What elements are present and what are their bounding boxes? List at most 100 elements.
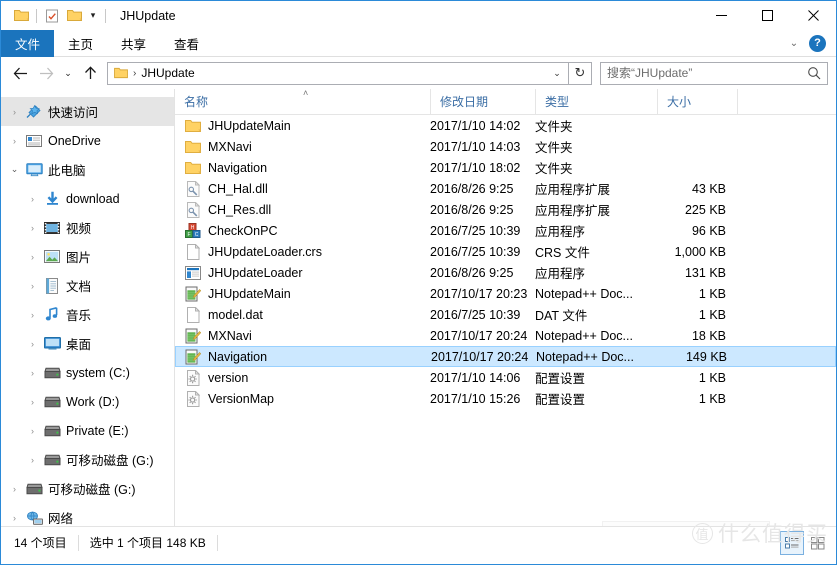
table-row[interactable]: Navigation 2017/10/17 20:24 Notepad++ Doc.… [175, 346, 836, 367]
sidebar-item-12[interactable]: › 可移动磁盘 (G:) [1, 445, 174, 474]
maximize-button[interactable] [744, 1, 790, 30]
sidebar-item-10[interactable]: › Work (D:) [1, 387, 174, 416]
cell-size: 1 KB [698, 286, 726, 301]
breadcrumb-separator: › [133, 67, 137, 79]
chevron-right-icon[interactable]: › [24, 252, 41, 262]
tab-home[interactable]: 主页 [54, 30, 107, 57]
breadcrumb-current[interactable]: JHUpdate [141, 66, 194, 80]
large-icons-view-button[interactable] [806, 531, 830, 555]
address-dropdown-icon[interactable]: ⌄ [548, 63, 566, 84]
table-row[interactable]: JHUpdateLoader 2016/8/26 9:25 应用程序 131 KB [175, 262, 836, 283]
chevron-right-icon[interactable]: › [6, 484, 23, 494]
cell-name[interactable]: version [175, 369, 430, 387]
notepadpp-icon [182, 327, 203, 345]
chevron-right-icon[interactable]: › [24, 194, 41, 204]
cell-name[interactable]: VersionMap [175, 390, 430, 408]
sidebar-item-1[interactable]: › OneDrive [1, 126, 174, 155]
help-icon[interactable]: ? [809, 35, 826, 52]
chevron-right-icon[interactable]: › [24, 339, 41, 349]
chevron-right-icon[interactable]: › [6, 513, 23, 523]
up-button[interactable] [77, 60, 103, 86]
chevron-right-icon[interactable]: › [24, 281, 41, 291]
sidebar-item-label: Private (E:) [66, 423, 129, 438]
cell-name[interactable]: Navigation [175, 159, 430, 177]
sidebar-item-14[interactable]: › 网络 [1, 503, 174, 526]
refresh-button[interactable]: ↻ [569, 61, 592, 85]
table-row[interactable]: MXNavi 2017/1/10 14:03 文件夹 [175, 136, 836, 157]
cell-name[interactable]: JHUpdateMain [175, 117, 430, 135]
chevron-right-icon[interactable]: › [24, 455, 41, 465]
table-row[interactable]: JHUpdateLoader.crs 2016/7/25 10:39 CRS 文件 1… [175, 241, 836, 262]
search-icon[interactable] [805, 66, 823, 80]
table-row[interactable]: JHUpdateMain 2017/1/10 14:02 文件夹 [175, 115, 836, 136]
tab-view[interactable]: 查看 [160, 30, 213, 57]
chevron-right-icon[interactable]: › [24, 368, 41, 378]
new-folder-icon[interactable] [63, 5, 85, 27]
cell-name[interactable]: JHUpdateLoader.crs [175, 243, 430, 261]
back-button[interactable] [7, 60, 33, 86]
table-row[interactable]: VersionMap 2017/1/10 15:26 配置设置 1 KB [175, 388, 836, 409]
chevron-right-icon[interactable]: › [6, 107, 23, 117]
table-row[interactable]: MXNavi 2017/10/17 20:24 Notepad++ Doc... 18… [175, 325, 836, 346]
table-row[interactable]: model.dat 2016/7/25 10:39 DAT 文件 1 KB [175, 304, 836, 325]
column-header-size[interactable]: 大小 [657, 89, 737, 114]
chevron-down-icon[interactable]: ⌄ [6, 164, 23, 175]
cell-name[interactable]: CH_Hal.dll [175, 180, 430, 198]
chevron-right-icon[interactable]: › [6, 136, 23, 146]
sidebar-item-8[interactable]: › 桌面 [1, 329, 174, 358]
sidebar-item-2[interactable]: ⌄ 此电脑 [1, 155, 174, 184]
cell-name[interactable]: H F C CheckOnPC [175, 222, 430, 240]
cell-name[interactable]: CH_Res.dll [175, 201, 430, 219]
cell-name[interactable]: JHUpdateLoader [175, 264, 430, 282]
chevron-right-icon[interactable]: › [24, 223, 41, 233]
sidebar-item-4[interactable]: › 视频 [1, 213, 174, 242]
address-bar[interactable]: › JHUpdate ⌄ [107, 61, 569, 85]
details-view-button[interactable] [780, 531, 804, 555]
properties-icon[interactable] [41, 5, 63, 27]
navigation-pane[interactable]: › 快速访问 › OneDrive ⌄ 此电脑 › download › 视频 › 图片 › 文档 › 音乐 ›… [1, 89, 175, 526]
cell-name[interactable]: model.dat [175, 306, 430, 324]
file-list-pane[interactable]: 名称 ˄ 修改日期 类型 大小 JHUpdateMain 2017/1/10 14… [175, 89, 836, 526]
expand-ribbon-icon[interactable]: ⌄ [785, 34, 803, 54]
forward-button[interactable] [33, 60, 59, 86]
sidebar-item-11[interactable]: › Private (E:) [1, 416, 174, 445]
cell-name[interactable]: JHUpdateMain [175, 285, 430, 303]
sidebar-item-6[interactable]: › 文档 [1, 271, 174, 300]
sidebar-item-13[interactable]: › 可移动磁盘 (G:) [1, 474, 174, 503]
file-rows[interactable]: JHUpdateMain 2017/1/10 14:02 文件夹 MXNavi 2017… [175, 115, 836, 409]
search-box[interactable] [600, 61, 828, 85]
tab-file[interactable]: 文件 [1, 30, 55, 57]
cell-name[interactable]: MXNavi [175, 327, 430, 345]
folder-icon[interactable] [10, 5, 32, 27]
sidebar-item-7[interactable]: › 音乐 [1, 300, 174, 329]
tab-share[interactable]: 共享 [107, 30, 160, 57]
column-header-name[interactable]: 名称 ˄ [175, 89, 430, 114]
chevron-right-icon[interactable]: › [24, 426, 41, 436]
cell-name[interactable]: Navigation [176, 348, 431, 366]
table-row[interactable]: version 2017/1/10 14:06 配置设置 1 KB [175, 367, 836, 388]
sidebar-item-0[interactable]: › 快速访问 [1, 97, 174, 126]
sidebar-item-5[interactable]: › 图片 [1, 242, 174, 271]
music-icon [41, 306, 63, 324]
recent-locations-icon[interactable]: ⌄ [59, 60, 77, 86]
table-row[interactable]: H F C CheckOnPC 2016/7/25 10:39 应用程序 96 KB [175, 220, 836, 241]
close-button[interactable] [790, 1, 836, 30]
column-header-type[interactable]: 类型 [535, 89, 657, 114]
sidebar-item-3[interactable]: › download [1, 184, 174, 213]
table-row[interactable]: CH_Res.dll 2016/8/26 9:25 应用程序扩展 225 KB [175, 199, 836, 220]
chevron-right-icon[interactable]: › [24, 310, 41, 320]
column-header-date[interactable]: 修改日期 [430, 89, 535, 114]
search-input[interactable] [607, 66, 805, 80]
cell-name[interactable]: MXNavi [175, 138, 430, 156]
cell-size: 149 KB [685, 349, 727, 364]
breadcrumb-folder-icon[interactable] [112, 65, 130, 81]
table-row[interactable]: CH_Hal.dll 2016/8/26 9:25 应用程序扩展 43 KB [175, 178, 836, 199]
sidebar-item-9[interactable]: › system (C:) [1, 358, 174, 387]
table-row[interactable]: JHUpdateMain 2017/10/17 20:23 Notepad++ Do… [175, 283, 836, 304]
chevron-right-icon[interactable]: › [24, 397, 41, 407]
sidebar-item-label: 图片 [66, 251, 92, 265]
table-row[interactable]: Navigation 2017/1/10 18:02 文件夹 [175, 157, 836, 178]
quick-access-caret-icon[interactable]: ▾ [85, 5, 101, 27]
notepadpp-icon [182, 285, 203, 303]
minimize-button[interactable] [698, 1, 744, 30]
